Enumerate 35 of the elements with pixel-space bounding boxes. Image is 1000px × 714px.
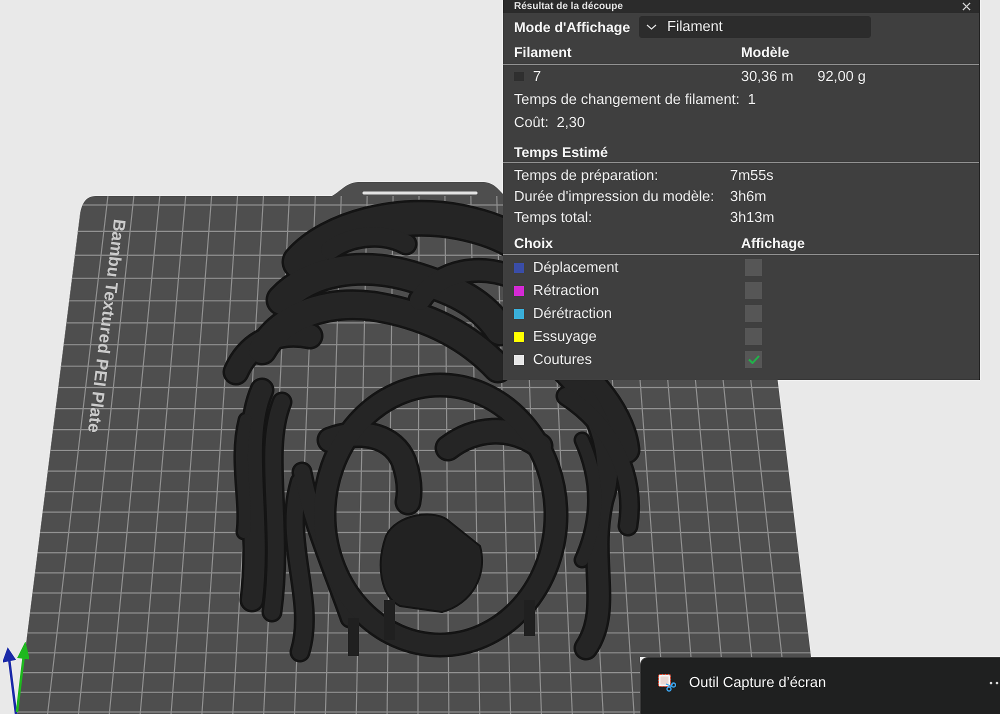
check-icon [748, 355, 760, 364]
time-label: Temps total: [514, 210, 594, 226]
filament-length: 30,36 m [741, 68, 794, 84]
column-header: Affichage [741, 234, 805, 250]
axis-arrows-icon [3, 642, 29, 714]
section-title: Temps Estimé [514, 144, 608, 160]
option-label: Essuyage [533, 328, 597, 344]
column-header: Choix [514, 234, 554, 250]
notification-app-name: Outil Capture d’écran [689, 675, 828, 691]
more-icon [989, 681, 999, 685]
option-label: Déplacement [533, 260, 618, 276]
stat-label: Temps de changement de filament: [514, 92, 740, 108]
filament-weight: 92,00 g [817, 68, 866, 84]
column-header: Modèle [741, 44, 790, 60]
stat-value: 1 [748, 92, 756, 108]
display-mode-dropdown[interactable]: Filament [639, 16, 872, 38]
panel-title: Résultat de la découpe [514, 0, 623, 13]
stat-value: 2,30 [556, 114, 585, 130]
time-value: 7m55s [730, 168, 774, 184]
option-label: Coutures [533, 352, 592, 368]
display-checkbox[interactable] [745, 351, 762, 368]
time-value: 3h6m [730, 188, 766, 204]
time-value: 3h13m [730, 210, 774, 226]
caret-icon [646, 24, 658, 30]
column-header: Filament [514, 44, 573, 60]
plate-label: Bambu Textured PEI Plate [82, 218, 130, 434]
option-label: Dérétraction [533, 306, 612, 322]
time-label: Temps de préparation: [514, 168, 660, 184]
close-icon [962, 2, 971, 11]
time-label: Durée d'impression du modèle: [514, 188, 716, 204]
option-label: Rétraction [533, 282, 600, 298]
filament-number: 7 [533, 68, 542, 84]
stat-label: Coût: [514, 114, 549, 130]
field-label: Mode d'Affichage [514, 18, 630, 34]
scissors-app-icon [658, 674, 676, 692]
